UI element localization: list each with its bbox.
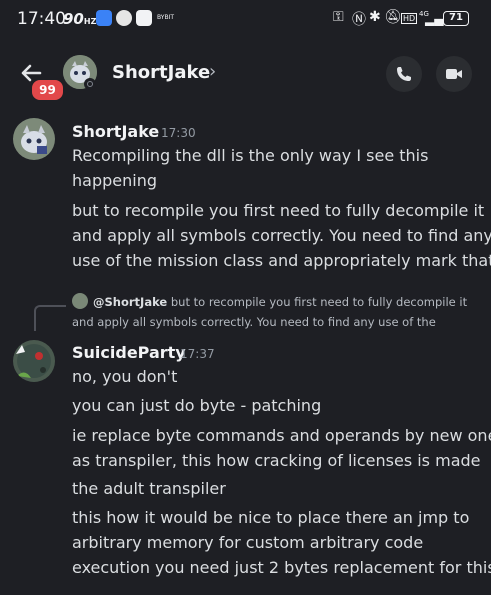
gmail-icon (136, 10, 152, 26)
status-indicator (84, 78, 96, 90)
reply-text: and apply all symbols correctly. You nee… (72, 315, 436, 329)
reply-text: but to recompile you first need to fully… (167, 295, 468, 309)
bluetooth-icon: ✱ (369, 9, 381, 25)
message-timestamp: 17:37 (180, 347, 215, 361)
reply-preview[interactable]: @ShortJake but to recompile you first ne… (93, 295, 467, 309)
avatar[interactable] (13, 118, 55, 160)
message-text: execution you need just 2 bytes replacem… (72, 558, 491, 577)
status-speed: 90HZ (63, 10, 96, 28)
message-text: this how it would be nice to place there… (72, 508, 470, 527)
hd-icon: HD (401, 13, 418, 24)
reply-mention[interactable]: @ShortJake (93, 295, 167, 309)
message-text: ie replace byte commands and operands by… (72, 426, 491, 445)
message-text: arbitrary memory for custom arbitrary co… (72, 533, 424, 552)
chevron-right-icon[interactable]: › (209, 61, 216, 82)
contact-name[interactable]: ShortJake (112, 62, 210, 83)
signal-icon: ▂▄ (425, 12, 444, 26)
unread-badge: 99 (30, 78, 65, 102)
key-icon: ⚿ (333, 9, 344, 25)
app-notification-icon (96, 10, 112, 26)
reply-avatar (72, 293, 88, 309)
avatar[interactable] (13, 340, 55, 382)
video-camera-icon (446, 69, 462, 79)
message-text: happening (72, 171, 157, 190)
message-text: but to recompile you first need to fully… (72, 201, 485, 220)
battery-icon: 71 (443, 11, 469, 26)
status-time: 17:40 (17, 9, 66, 29)
status-bar: 17:40 90HZ BYBIT ⚿ Ⓝ ✱ 🔕︎ HD 4G ▂▄ 71 (0, 0, 491, 40)
message-author[interactable]: SuicideParty (72, 343, 186, 362)
message-text: you can just do byte - patching (72, 396, 322, 415)
message-timestamp: 17:30 (161, 126, 196, 140)
message-text: Recompiling the dll is the only way I se… (72, 146, 429, 165)
phone-icon (397, 67, 411, 81)
message-author[interactable]: ShortJake (72, 122, 159, 141)
message-text: no, you don't (72, 367, 178, 386)
video-call-button[interactable] (436, 56, 472, 92)
chat-header: 99 ShortJake › (0, 40, 491, 112)
voice-call-button[interactable] (386, 56, 422, 92)
message-text: the adult transpiler (72, 479, 226, 498)
message-text: and apply all symbols correctly. You nee… (72, 226, 491, 245)
mute-icon: 🔕︎ (384, 9, 402, 25)
message-text: use of the mission class and appropriate… (72, 251, 491, 270)
message-text: as transpiler, this how cracking of lice… (72, 451, 481, 470)
status-speed-value: 90 (63, 10, 84, 28)
status-speed-unit: HZ (83, 17, 97, 26)
app-notification-icon (116, 10, 132, 26)
nfc-icon: Ⓝ (352, 12, 366, 28)
bybit-label: BYBIT (157, 14, 175, 21)
reply-connector (34, 305, 66, 331)
